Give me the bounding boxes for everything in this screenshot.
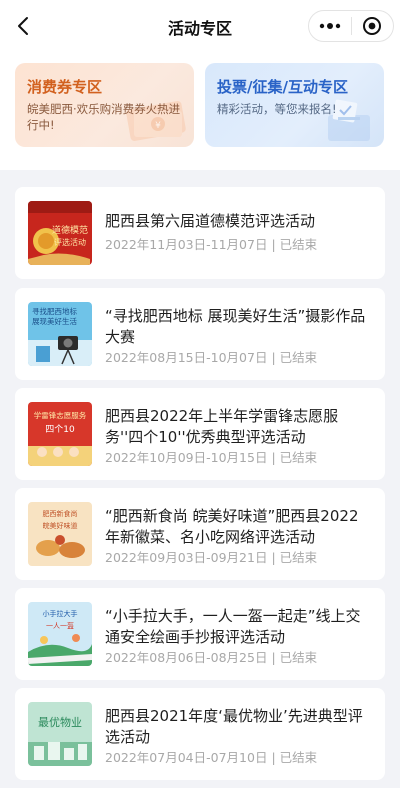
activity-title: “肥西新食尚 皖美好味道”肥西县2022年新徽菜、名小吃网络评选活动 [105, 507, 359, 546]
activity-thumbnail: 道德模范 评选活动 [28, 201, 92, 265]
svg-text:最优物业: 最优物业 [38, 715, 82, 729]
activity-status: 已结束 [279, 750, 318, 765]
activity-title: 肥西县第六届道德模范评选活动 [105, 212, 316, 230]
svg-text:一人一盔: 一人一盔 [46, 621, 74, 630]
activity-item[interactable]: 肥西新食尚 皖美好味道 “肥西新食尚 皖美好味道”肥西县2022年新徽菜、名小吃… [15, 488, 385, 580]
activity-date-range: 2022年09月03日-09月21日 [105, 550, 268, 565]
activity-status: 已结束 [279, 550, 318, 565]
activity-status: 已结束 [279, 450, 318, 465]
activity-title: 肥西县2022年上半年学雷锋志愿服务''四个10''优秀典型评选活动 [105, 407, 339, 446]
svg-text:肥西新食尚: 肥西新食尚 [43, 509, 78, 518]
activity-status: 已结束 [279, 650, 318, 665]
target-close-icon [363, 17, 382, 35]
activity-title: 肥西县2021年度‘最优物业’先进典型评选活动 [105, 707, 363, 746]
activity-item[interactable]: 最优物业 肥西县2021年度‘最优物业’先进典型评选活动 2022年07月04日… [15, 688, 385, 780]
activity-meta: 2022年10月09日-10月15日 | 已结束 [105, 450, 318, 465]
activity-thumbnail: 寻找肥西地标 展现美好生活 [28, 302, 92, 366]
more-menu-button[interactable] [309, 11, 351, 41]
activity-meta: 2022年11月03日-11月07日 | 已结束 [105, 237, 318, 252]
activity-thumbnail: 肥西新食尚 皖美好味道 [28, 502, 92, 566]
activity-title: “寻找肥西地标 展现美好生活”摄影作品大赛 [105, 307, 366, 346]
coupon-zone-card[interactable]: 消费券专区 皖美肥西·欢乐购消费券火热进行中! ¥ [15, 63, 194, 147]
vote-zone-title: 投票/征集/互动专区 [217, 78, 348, 96]
activity-date-range: 2022年07月04日-07月10日 [105, 750, 268, 765]
coupon-zone-subtitle: 皖美肥西·欢乐购消费券火热进行中! [27, 102, 181, 132]
activity-title: “小手拉大手，一人一盔一起走”线上交通安全绘画手抄报评选活动 [105, 607, 361, 646]
more-dots-icon [319, 23, 340, 29]
activity-meta: 2022年09月03日-09月21日 | 已结束 [105, 550, 318, 565]
activity-date-range: 2022年10月09日-10月15日 [105, 450, 268, 465]
activity-thumbnail: 最优物业 [28, 702, 92, 766]
svg-text:评选活动: 评选活动 [54, 237, 86, 247]
activity-item[interactable]: 学雷锋志愿服务 四个10 肥西县2022年上半年学雷锋志愿服务''四个10''优… [15, 388, 385, 480]
activity-meta: 2022年08月15日-10月07日 | 已结束 [105, 350, 318, 365]
svg-text:寻找肥西地标: 寻找肥西地标 [32, 306, 77, 316]
svg-text:展现美好生活: 展现美好生活 [32, 316, 77, 326]
vote-zone-card[interactable]: 投票/征集/互动专区 精彩活动，等您来报名! [205, 63, 384, 147]
activity-item[interactable]: 寻找肥西地标 展现美好生活 “寻找肥西地标 展现美好生活”摄影作品大赛 2022… [15, 288, 385, 380]
svg-text:四个10: 四个10 [45, 424, 75, 435]
activity-date-range: 2022年08月06日-08月25日 [105, 650, 268, 665]
activity-meta: 2022年07月04日-07月10日 | 已结束 [105, 750, 318, 765]
vote-zone-subtitle: 精彩活动，等您来报名! [217, 102, 337, 116]
activity-item[interactable]: 道德模范 评选活动 肥西县第六届道德模范评选活动 2022年11月03日-11月… [15, 187, 385, 279]
svg-text:皖美好味道: 皖美好味道 [43, 521, 78, 530]
activity-status: 已结束 [279, 350, 318, 365]
activity-meta: 2022年08月06日-08月25日 | 已结束 [105, 650, 318, 665]
navigation-bar: 活动专区 [0, 0, 400, 52]
activity-item[interactable]: 小手拉大手 一人一盔 “小手拉大手，一人一盔一起走”线上交通安全绘画手抄报评选活… [15, 588, 385, 680]
svg-text:小手拉大手: 小手拉大手 [43, 609, 78, 618]
svg-text:道德模范: 道德模范 [52, 224, 88, 236]
close-mini-program-button[interactable] [351, 11, 393, 41]
activity-date-range: 2022年11月03日-11月07日 [105, 237, 268, 252]
activity-status: 已结束 [279, 237, 318, 252]
mini-program-capsule [308, 10, 394, 42]
activity-date-range: 2022年08月15日-10月07日 [105, 350, 268, 365]
feature-section: 消费券专区 皖美肥西·欢乐购消费券火热进行中! ¥ 投票/征集/互动专区 精彩活… [0, 52, 400, 170]
activity-thumbnail: 小手拉大手 一人一盔 [28, 602, 92, 666]
activity-thumbnail: 学雷锋志愿服务 四个10 [28, 402, 92, 466]
coupon-zone-title: 消费券专区 [27, 78, 103, 96]
svg-text:学雷锋志愿服务: 学雷锋志愿服务 [34, 410, 87, 420]
